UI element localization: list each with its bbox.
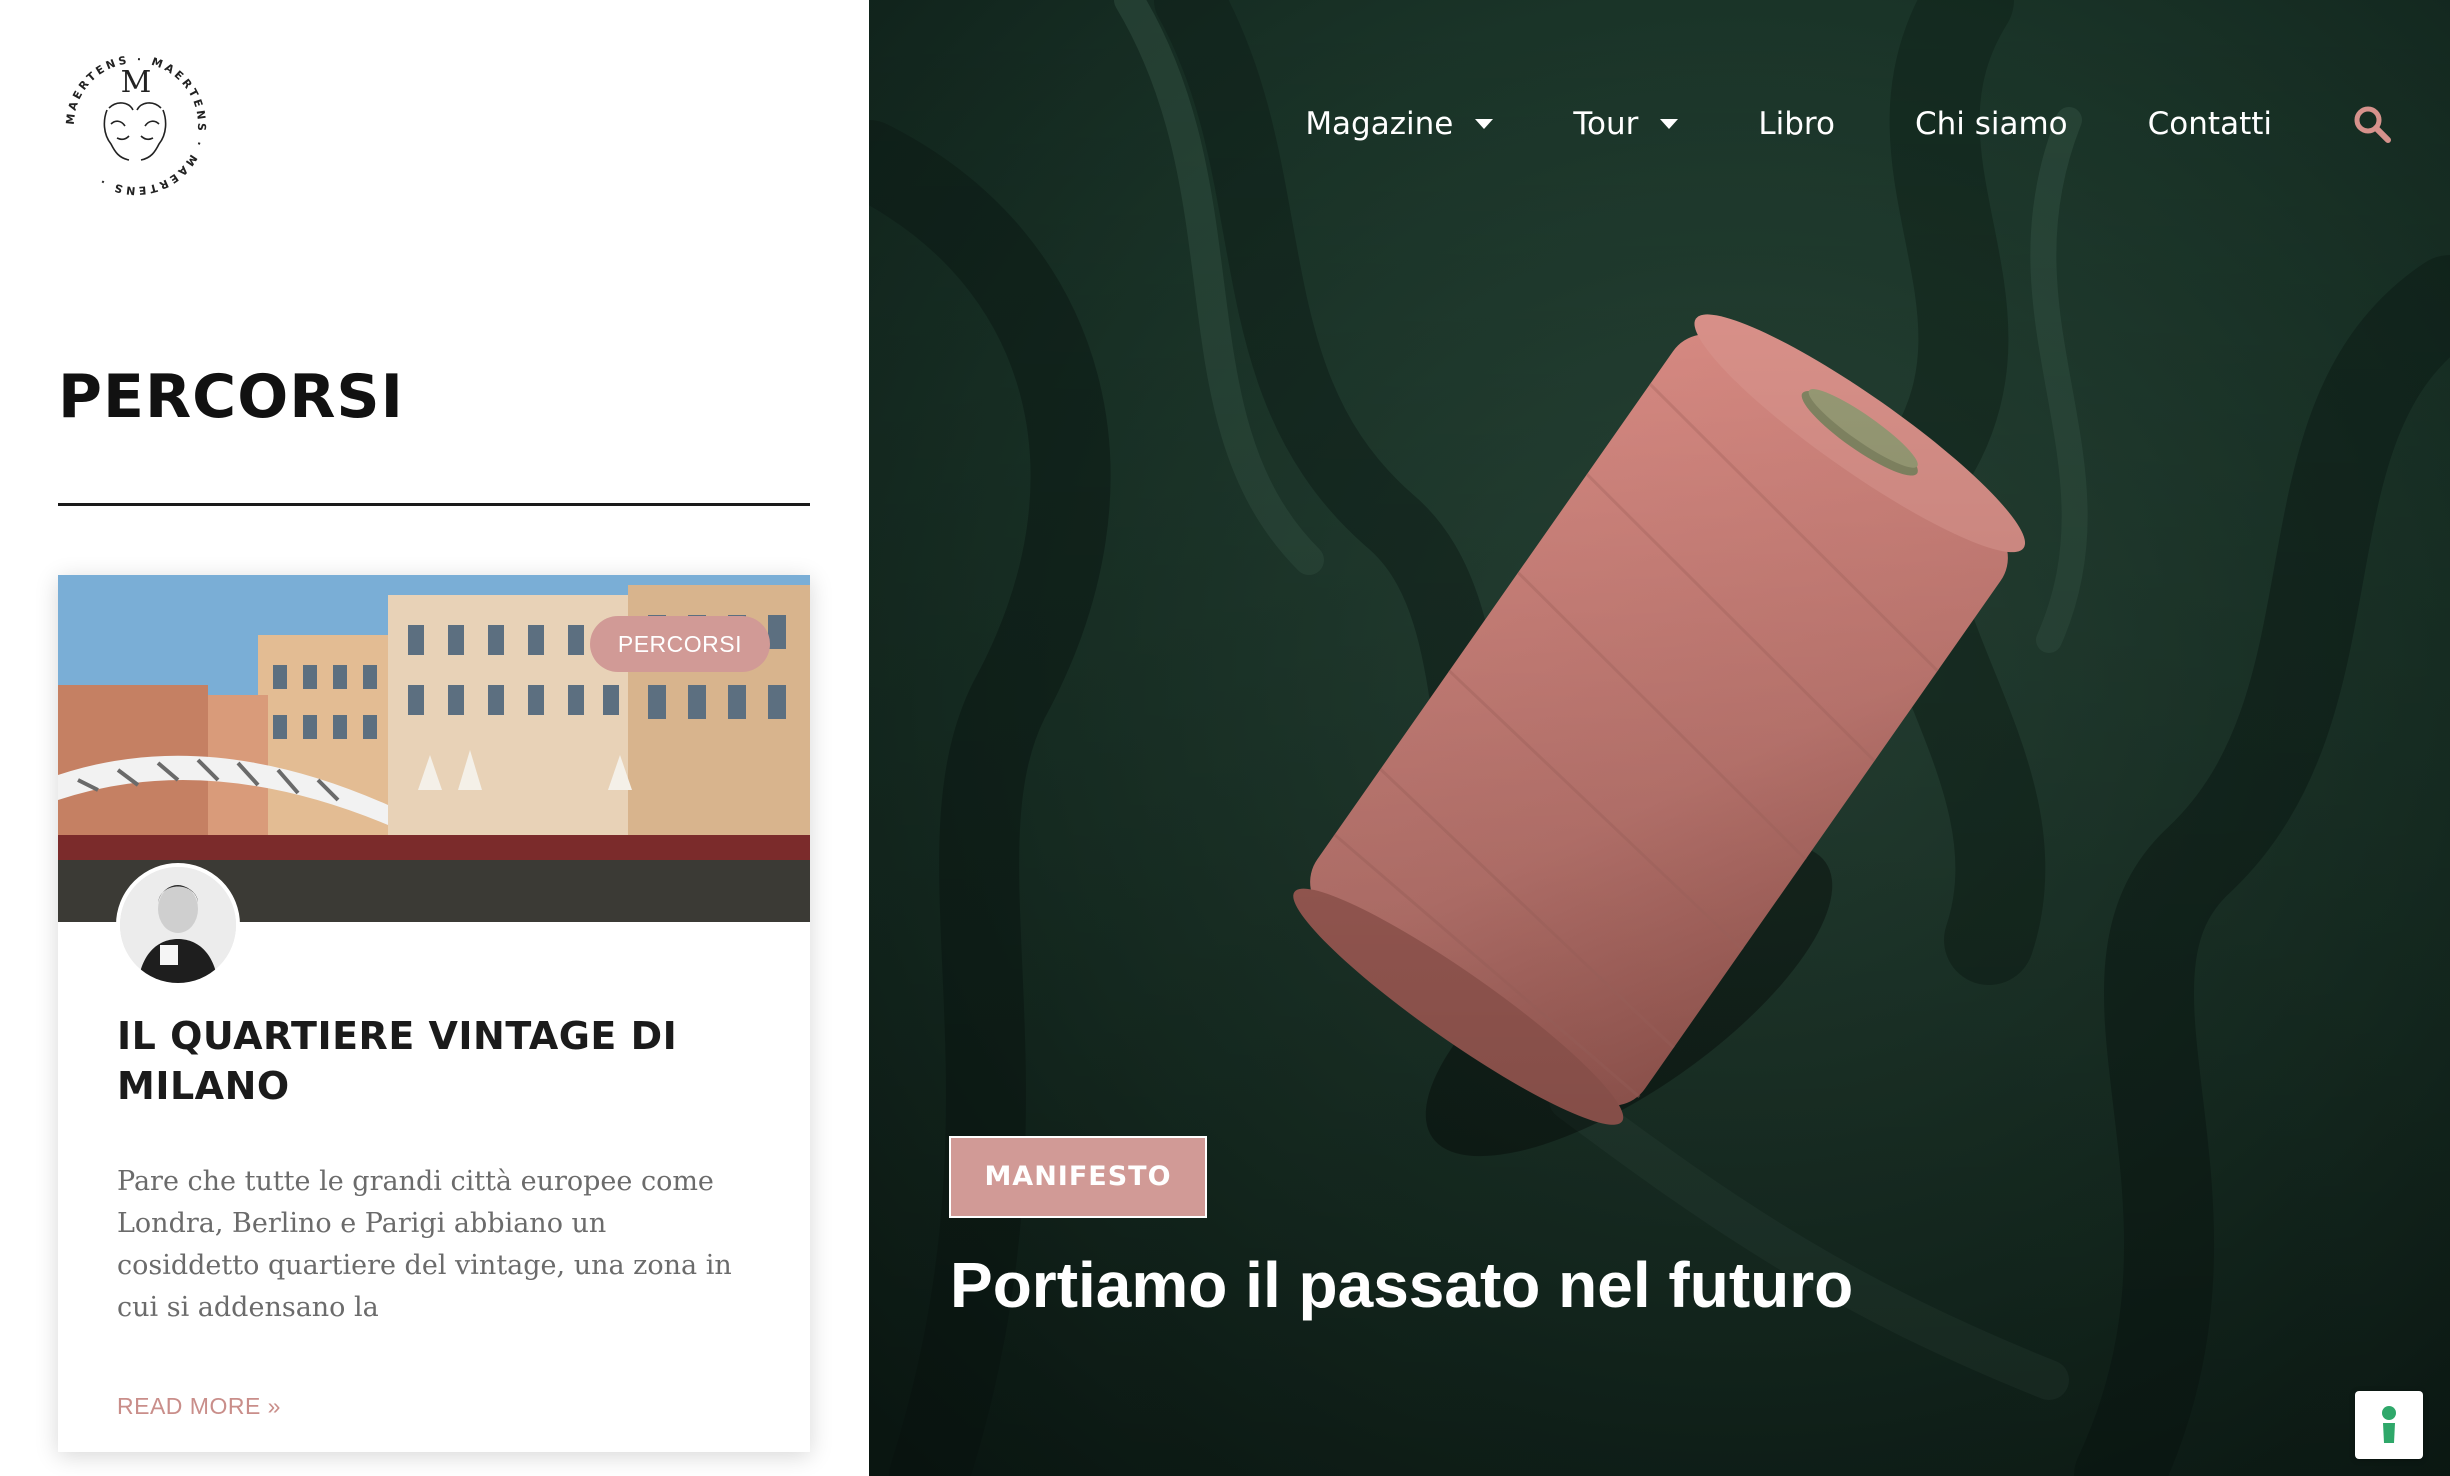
chevron-down-icon [1475, 119, 1494, 129]
hero-title[interactable]: Portiamo il passato nel futuro [950, 1248, 1853, 1322]
hero-category-tag[interactable]: MANIFESTO [949, 1136, 1207, 1218]
accessibility-button[interactable] [2355, 1391, 2423, 1459]
author-avatar[interactable] [116, 863, 240, 987]
section-title: PERCORSI [58, 362, 404, 432]
accessibility-icon [2382, 1406, 2396, 1443]
article-title[interactable]: IL QUARTIERE VINTAGE DI MILANO [117, 1011, 757, 1111]
site-logo[interactable]: MAERTENS · MAERTENS · MAERTENS · M [59, 48, 213, 202]
nav-item-label: Chi siamo [1914, 106, 2068, 142]
left-panel: MAERTENS · MAERTENS · MAERTENS · M PERCO… [0, 0, 869, 1476]
article-card[interactable]: PERCORSI IL QUARTIERE VINTAGE DI MILANO … [58, 575, 810, 1452]
nav-item-label: Contatti [2147, 106, 2272, 142]
hero-section: Magazine Tour Libro Chi siamo Contatti M… [869, 0, 2450, 1476]
nav-item-tour[interactable]: Tour [1573, 106, 1679, 142]
nav-item-libro[interactable]: Libro [1758, 106, 1835, 142]
section-divider [58, 503, 810, 506]
article-excerpt: Pare che tutte le grandi città europee c… [117, 1166, 732, 1323]
nav-item-contatti[interactable]: Contatti [2148, 106, 2272, 142]
svg-text:M: M [121, 65, 152, 100]
nav-item-label: Magazine [1305, 106, 1454, 142]
read-more-link[interactable]: READ MORE » [117, 1393, 281, 1420]
category-badge[interactable]: PERCORSI [589, 616, 770, 672]
nav-item-label: Tour [1573, 106, 1639, 142]
chevron-down-icon [1660, 119, 1679, 129]
nav-item-label: Libro [1758, 106, 1835, 142]
search-icon [2354, 106, 2391, 143]
main-nav: Magazine Tour Libro Chi siamo Contatti [1305, 96, 2450, 152]
nav-item-chi-siamo[interactable]: Chi siamo [1915, 106, 2068, 142]
search-button[interactable] [2352, 104, 2392, 144]
nav-item-magazine[interactable]: Magazine [1305, 106, 1494, 142]
